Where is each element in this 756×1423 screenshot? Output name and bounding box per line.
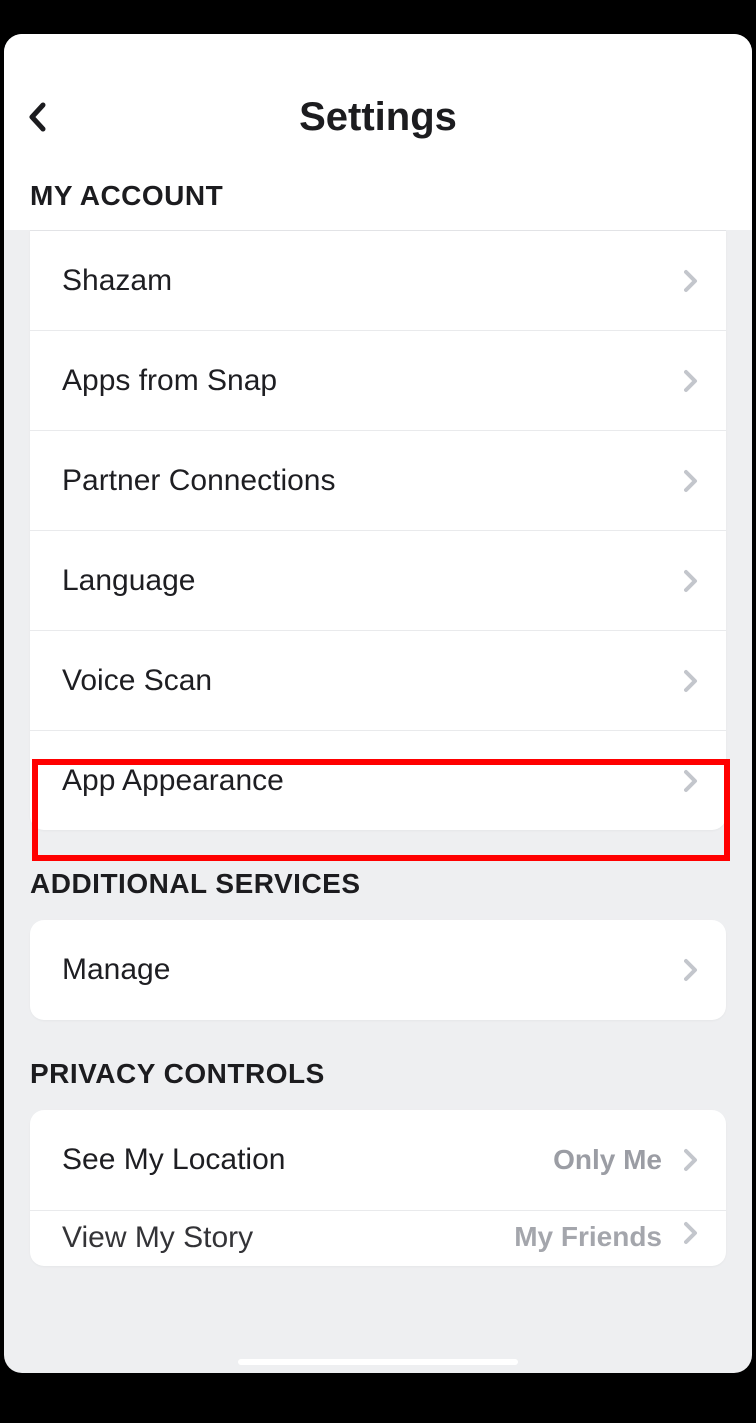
row-apps-from-snap[interactable]: Apps from Snap xyxy=(30,330,726,430)
row-app-appearance[interactable]: App Appearance xyxy=(30,730,726,830)
home-indicator[interactable] xyxy=(238,1359,518,1365)
row-view-my-story[interactable]: View My Story My Friends xyxy=(30,1210,726,1266)
account-list: Shazam Apps from Snap Partner Connection… xyxy=(30,230,726,830)
row-label: See My Location xyxy=(62,1143,553,1177)
row-label: Manage xyxy=(62,953,684,987)
section-header-account: MY ACCOUNT xyxy=(4,162,752,230)
row-language[interactable]: Language xyxy=(30,530,726,630)
chevron-right-icon xyxy=(684,1221,698,1245)
row-label: Partner Connections xyxy=(62,464,684,498)
row-voice-scan[interactable]: Voice Scan xyxy=(30,630,726,730)
row-partner-connections[interactable]: Partner Connections xyxy=(30,430,726,530)
row-value: My Friends xyxy=(514,1221,662,1253)
privacy-list: See My Location Only Me View My Story My… xyxy=(30,1110,726,1266)
row-label: Language xyxy=(62,564,684,598)
section-header-privacy: PRIVACY CONTROLS xyxy=(4,1020,752,1110)
chevron-right-icon xyxy=(684,958,698,982)
row-label: Shazam xyxy=(62,264,684,298)
row-value: Only Me xyxy=(553,1144,662,1176)
section-header-additional: ADDITIONAL SERVICES xyxy=(4,830,752,920)
row-label: Voice Scan xyxy=(62,664,684,698)
row-see-my-location[interactable]: See My Location Only Me xyxy=(30,1110,726,1210)
additional-list: Manage xyxy=(30,920,726,1020)
chevron-right-icon xyxy=(684,769,698,793)
chevron-right-icon xyxy=(684,569,698,593)
row-manage[interactable]: Manage xyxy=(30,920,726,1020)
chevron-right-icon xyxy=(684,469,698,493)
chevron-right-icon xyxy=(684,669,698,693)
row-shazam[interactable]: Shazam xyxy=(30,230,726,330)
row-label: Apps from Snap xyxy=(62,364,684,398)
chevron-right-icon xyxy=(684,1148,698,1172)
settings-screen: Settings MY ACCOUNT Shazam Apps from Sna… xyxy=(4,34,752,1373)
header: Settings MY ACCOUNT xyxy=(4,34,752,230)
title-row: Settings xyxy=(4,84,752,162)
chevron-right-icon xyxy=(684,269,698,293)
row-label: View My Story xyxy=(62,1221,514,1255)
row-label: App Appearance xyxy=(62,764,684,798)
chevron-right-icon xyxy=(684,369,698,393)
page-title: Settings xyxy=(22,95,734,140)
